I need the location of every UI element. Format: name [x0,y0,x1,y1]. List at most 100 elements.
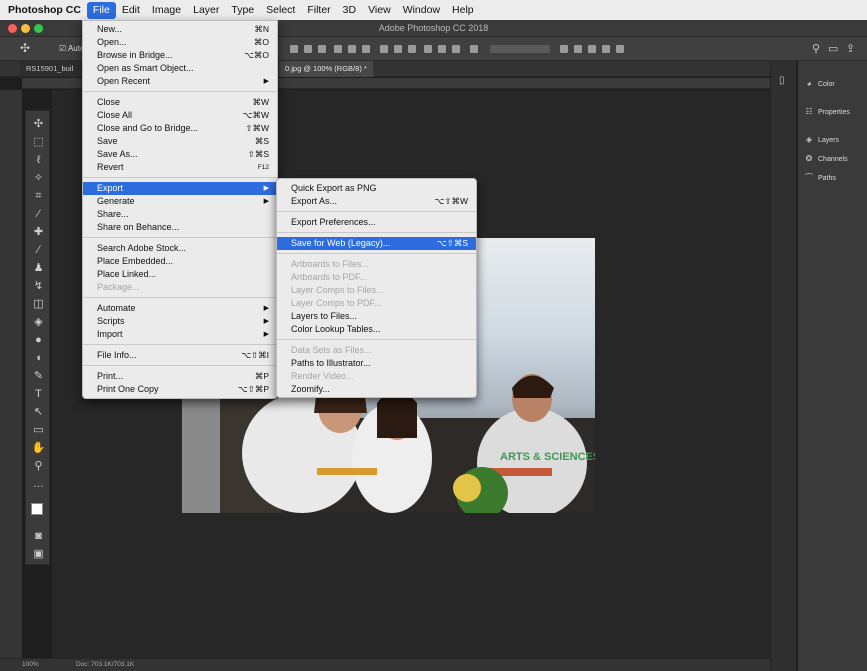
file-menu-open[interactable]: Open... ⌘O [83,36,277,49]
align-bottom-icon[interactable] [362,45,370,53]
menu-photoshop[interactable]: Photoshop CC [0,0,87,20]
export-color-lookup-tables[interactable]: Color Lookup Tables... [277,323,476,336]
panel-properties[interactable]: ☷ Properties [804,105,850,119]
file-menu-open-smart-object[interactable]: Open as Smart Object... [83,62,277,75]
lasso-tool[interactable]: ℓ [30,153,47,168]
3d-slide-icon[interactable] [602,45,610,53]
file-menu-automate[interactable]: Automate ▶ [83,302,277,315]
file-menu-export[interactable]: Export ▶ [83,182,277,195]
distribute-top-icon[interactable] [380,45,388,53]
align-left-icon[interactable] [290,45,298,53]
menu-image[interactable]: Image [146,0,187,20]
file-menu-save-as[interactable]: Save As... ⇧⌘S [83,148,277,161]
pen-tool[interactable]: ✎ [30,369,47,384]
file-menu-scripts[interactable]: Scripts ▶ [83,315,277,328]
menu-3d[interactable]: 3D [337,0,362,20]
export-preferences[interactable]: Export Preferences... [277,216,476,229]
file-menu-place-linked[interactable]: Place Linked... [83,268,277,281]
document-size[interactable]: Doc: 703.1K/703.1K [76,661,134,668]
3d-roll-icon[interactable] [574,45,582,53]
path-selection-tool[interactable]: ↖ [30,405,47,420]
file-menu-new[interactable]: New... ⌘N [83,23,277,36]
menu-filter[interactable]: Filter [301,0,336,20]
healing-brush-tool[interactable]: ✚ [30,225,47,240]
distribute-middle-icon[interactable] [394,45,402,53]
menu-view[interactable]: View [362,0,397,20]
crop-tool[interactable]: ⌗ [30,189,47,204]
menu-type[interactable]: Type [225,0,260,20]
export-quick-export-png[interactable]: Quick Export as PNG [277,182,476,195]
file-menu-import[interactable]: Import ▶ [83,328,277,341]
magic-wand-tool[interactable]: ✧ [30,171,47,186]
3d-pan-icon[interactable] [588,45,596,53]
panel-channels[interactable]: ❂ Channels [804,152,848,166]
menu-window[interactable]: Window [397,0,446,20]
3d-mode-icons[interactable] [490,45,550,53]
panel-layers[interactable]: ◈ Layers [804,133,839,147]
panel-paths[interactable]: ⌒ Paths [804,171,836,185]
export-layers-to-files[interactable]: Layers to Files... [277,310,476,323]
dodge-tool[interactable]: ◖ [30,351,47,366]
history-icon[interactable]: ▯ [779,75,785,86]
auto-select-checkbox[interactable]: ☑ Auto [59,44,84,53]
distribute-center-icon[interactable] [438,45,446,53]
align-center-icon[interactable] [304,45,312,53]
distribute-left-icon[interactable] [424,45,432,53]
brush-tool[interactable]: ∕ [30,243,47,258]
file-menu-share-on-behance[interactable]: Share on Behance... [83,221,277,234]
distribute-right-icon[interactable] [452,45,460,53]
file-menu-print[interactable]: Print... ⌘P [83,370,277,383]
file-menu-browse-in-bridge[interactable]: Browse in Bridge... ⌥⌘O [83,49,277,62]
move-tool-icon[interactable]: ✣ [20,41,30,55]
menu-layer[interactable]: Layer [187,0,225,20]
3d-scale-icon[interactable] [616,45,624,53]
file-menu-place-embedded[interactable]: Place Embedded... [83,255,277,268]
export-export-as[interactable]: Export As... ⌥⇧⌘W [277,195,476,208]
history-brush-tool[interactable]: ↯ [30,279,47,294]
search-icon[interactable]: ⚲ [812,42,820,55]
file-menu-open-recent[interactable]: Open Recent ▶ [83,75,277,88]
file-menu-print-one-copy[interactable]: Print One Copy ⌥⇧⌘P [83,383,277,396]
type-tool[interactable]: T [30,387,47,402]
panel-color[interactable]: ◕ Color [804,77,835,91]
file-menu-close-all[interactable]: Close All ⌥⌘W [83,109,277,122]
document-tab-2[interactable]: 0.jpg @ 100% (RGB/8) * [279,61,373,77]
menu-file[interactable]: File [86,1,116,19]
menu-help[interactable]: Help [446,0,480,20]
file-menu-revert[interactable]: Revert F12 [83,161,277,174]
gradient-tool[interactable]: ◈ [30,315,47,330]
distribute-bottom-icon[interactable] [408,45,416,53]
align-top-icon[interactable] [334,45,342,53]
file-menu-share[interactable]: Share... [83,208,277,221]
zoom-level[interactable]: 100% [22,661,39,668]
file-menu-save[interactable]: Save ⌘S [83,135,277,148]
menu-edit[interactable]: Edit [116,0,146,20]
file-menu-close-and-go-to-bridge[interactable]: Close and Go to Bridge... ⇧⌘W [83,122,277,135]
rectangle-tool[interactable]: ▭ [30,423,47,438]
foreground-color-swatch[interactable] [31,503,43,515]
hand-tool[interactable]: ✋ [30,441,47,456]
document-tab-1[interactable]: RS15901_buil [20,61,80,77]
marquee-tool[interactable]: ⬚ [30,135,47,150]
screen-mode-icon[interactable]: ▣ [30,547,47,562]
file-menu-file-info[interactable]: File Info... ⌥⇧⌘I [83,349,277,362]
auto-align-icon[interactable] [470,45,478,53]
share-icon[interactable]: ⇪ [846,42,855,55]
3d-orbit-icon[interactable] [560,45,568,53]
menu-select[interactable]: Select [260,0,301,20]
workspace-icon[interactable]: ▭ [828,42,838,55]
align-right-icon[interactable] [318,45,326,53]
clone-stamp-tool[interactable]: ♟ [30,261,47,276]
file-menu-generate[interactable]: Generate ▶ [83,195,277,208]
export-zoomify[interactable]: Zoomify... [277,383,476,396]
move-tool[interactable]: ✣ [30,117,47,132]
file-menu-close[interactable]: Close ⌘W [83,96,277,109]
export-paths-to-illustrator[interactable]: Paths to Illustrator... [277,357,476,370]
file-menu-search-adobe-stock[interactable]: Search Adobe Stock... [83,242,277,255]
eraser-tool[interactable]: ◫ [30,297,47,312]
quick-mask-icon[interactable]: ◙ [30,529,47,544]
export-save-for-web-legacy[interactable]: Save for Web (Legacy)... ⌥⇧⌘S [277,237,476,250]
more-tools-icon[interactable]: … [30,477,47,492]
align-middle-icon[interactable] [348,45,356,53]
blur-tool[interactable]: ● [30,333,47,348]
